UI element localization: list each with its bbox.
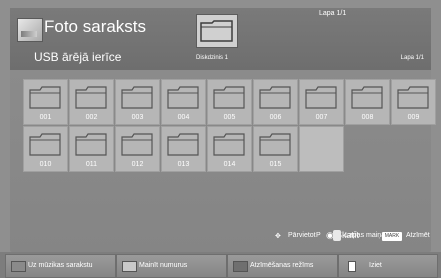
folder-tile[interactable]: 010: [23, 126, 68, 172]
folder-label: 010: [39, 161, 52, 168]
folder-icon: [259, 86, 291, 109]
help-mark: Atzīmēt: [406, 232, 430, 239]
help-pages: Lapas maiņa: [345, 232, 386, 239]
folder-tile[interactable]: 002: [69, 79, 114, 125]
folder-icon: [259, 133, 291, 156]
folder-icon: [213, 86, 245, 109]
page-indicator-top: Lapa 1/1: [319, 10, 347, 17]
move-icon: ✥: [275, 233, 281, 240]
color-key-icon: [11, 261, 26, 272]
location-label: USB ārējā ierīce: [34, 50, 122, 64]
folder-icon: [351, 86, 383, 109]
photo-icon: [17, 18, 43, 42]
music-list-button[interactable]: Uz mūzikas sarakstu: [5, 254, 116, 278]
folder-icon: [305, 86, 337, 109]
folder-icon: [121, 133, 153, 156]
folder-label: 001: [39, 114, 52, 121]
folder-icon: [167, 86, 199, 109]
folder-tile[interactable]: 012: [115, 126, 160, 172]
folder-label: 011: [85, 161, 98, 168]
folder-label: 004: [177, 114, 190, 121]
page-indicator: Lapa 1/1: [400, 55, 424, 61]
drive-label: Diskdzinis 1: [196, 55, 229, 61]
button-label: Iziet: [369, 262, 382, 269]
help-p: P: [316, 232, 321, 239]
folder-icon: [75, 133, 107, 156]
mark-mode-button[interactable]: Atzīmēšanas režīms: [227, 254, 338, 278]
help-move: Pārvietot: [288, 232, 316, 239]
folder-tile[interactable]: 006: [253, 79, 298, 125]
color-key-icon: [122, 261, 137, 272]
folder-label: 008: [361, 114, 374, 121]
folder-tile[interactable]: 005: [207, 79, 252, 125]
folder-tile[interactable]: 013: [161, 126, 206, 172]
folder-tile[interactable]: 003: [115, 79, 160, 125]
change-numbers-button[interactable]: Mainīt numurus: [116, 254, 227, 278]
folder-label: 012: [131, 161, 144, 168]
folder-icon: [29, 133, 61, 156]
folder-icon: [75, 86, 107, 109]
app-title: Foto saraksts: [44, 17, 147, 36]
folder-tile[interactable]: 011: [69, 126, 114, 172]
exit-button[interactable]: Iziet: [338, 254, 438, 278]
button-label: Atzīmēšanas režīms: [250, 262, 314, 269]
folder-icon: [29, 86, 61, 109]
folder-label: 003: [131, 114, 144, 121]
button-label: Uz mūzikas sarakstu: [28, 262, 93, 269]
folder-label: 002: [85, 114, 98, 121]
empty-tile: [299, 126, 344, 172]
folder-tile[interactable]: 007: [299, 79, 344, 125]
folder-tile[interactable]: 008: [345, 79, 390, 125]
folder-tile[interactable]: 004: [161, 79, 206, 125]
folder-icon: [167, 133, 199, 156]
folder-icon: [213, 133, 245, 156]
folder-tile[interactable]: 015: [253, 126, 298, 172]
folder-tile[interactable]: 009: [391, 79, 436, 125]
folder-icon: [397, 86, 429, 109]
folder-label: 006: [269, 114, 282, 121]
folder-label: 007: [315, 114, 328, 121]
folder-label: 013: [177, 161, 190, 168]
page-arrows-icon: [333, 230, 341, 241]
folder-label: 009: [407, 114, 420, 121]
drive-folder-icon[interactable]: [196, 14, 238, 48]
color-key-icon: [233, 261, 248, 272]
folder-label: 005: [223, 114, 236, 121]
folder-icon: [121, 86, 153, 109]
folder-tile[interactable]: 001: [23, 79, 68, 125]
folder-tile[interactable]: 014: [207, 126, 252, 172]
button-label: Mainīt numurus: [139, 262, 188, 269]
folder-label: 015: [269, 161, 282, 168]
mark-key-icon: MARK: [382, 232, 402, 241]
color-key-icon: [348, 261, 356, 272]
folder-label: 014: [223, 161, 236, 168]
